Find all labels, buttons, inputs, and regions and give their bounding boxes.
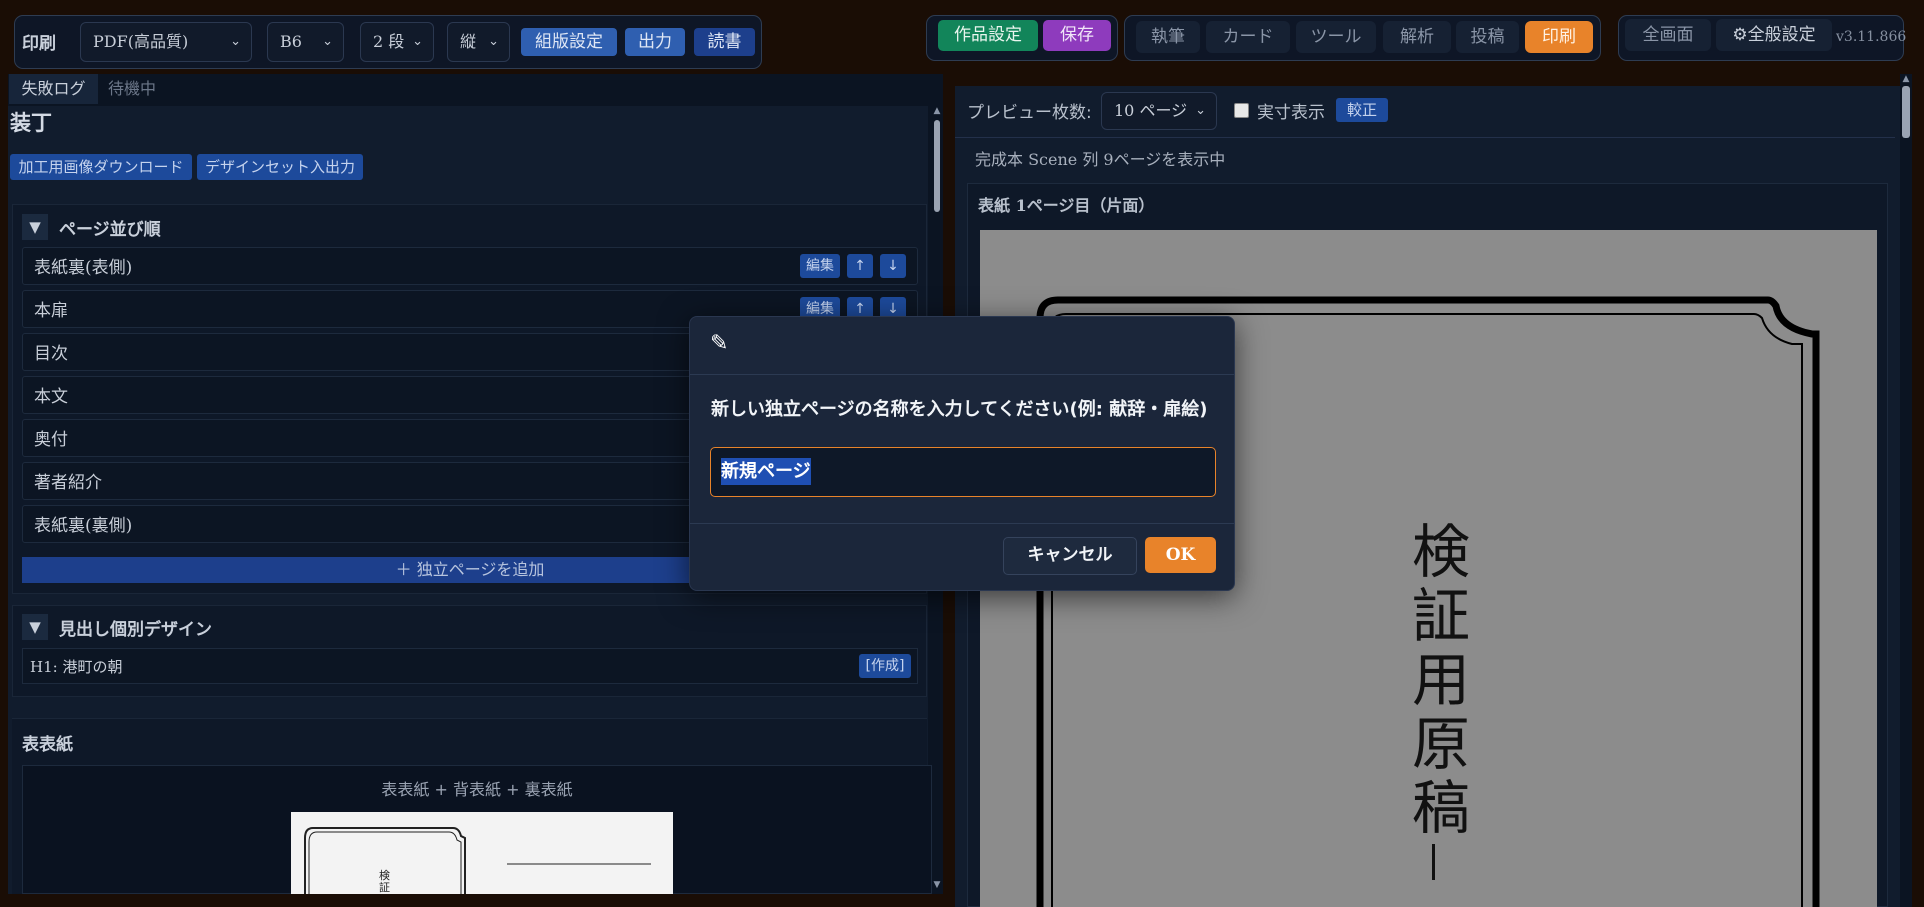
dialog-header-divider <box>690 374 1234 375</box>
output-button[interactable]: 出力 <box>625 28 685 56</box>
chevron-down-icon: ⌄ <box>230 34 241 49</box>
tab-print[interactable]: 印刷 <box>1525 21 1593 53</box>
tab-analysis[interactable]: 解析 <box>1383 21 1451 53</box>
cover-heading: 表表紙 <box>22 735 73 755</box>
cover-subtitle: 表表紙 + 背表紙 + 裏表紙 <box>381 780 573 799</box>
page-order-heading: ページ並び順 <box>59 220 161 240</box>
page-heading: 表紙 1ページ目（片面） <box>978 196 1155 215</box>
tab-failure-log[interactable]: 失敗ログ <box>9 74 98 104</box>
heading-design-row[interactable] <box>22 648 918 684</box>
scroll-thumb[interactable] <box>934 120 940 212</box>
tab-post[interactable]: 投稿 <box>1456 21 1519 53</box>
vertical-title: 検 証 用 原 稿 <box>1410 520 1472 840</box>
read-button[interactable]: 読書 <box>694 28 755 56</box>
heading-design-heading: 見出し個別デザイン <box>59 620 212 640</box>
move-down-button[interactable]: ↓ <box>880 254 906 278</box>
title-char: 原 <box>1411 710 1470 778</box>
chevron-down-icon: ⌄ <box>1195 103 1206 118</box>
actual-size-label: 実寸表示 <box>1257 103 1325 123</box>
list-item-label: 表紙裏(表側) <box>34 258 133 278</box>
page-name-input[interactable]: 新規ページ <box>710 447 1216 497</box>
tab-card[interactable]: カード <box>1206 21 1290 53</box>
columns-select[interactable]: 2 段 ⌄ <box>360 22 434 62</box>
design-set-io-button[interactable]: デザインセット入出力 <box>197 154 363 180</box>
orientation-value: 縦 <box>460 32 477 51</box>
columns-value: 2 段 <box>373 32 405 51</box>
list-item-label: 本扉 <box>34 301 68 321</box>
dialog-message: 新しい独立ページの名称を入力してください(例: 献辞・扉絵) <box>711 399 1208 420</box>
prompt-dialog: ✎ 新しい独立ページの名称を入力してください(例: 献辞・扉絵) 新規ページ キ… <box>689 316 1235 591</box>
cover-frame-icon <box>304 827 651 894</box>
list-item-label: 著者紹介 <box>34 473 102 493</box>
create-button[interactable]: [作成] <box>859 654 911 678</box>
preview-count-label: プレビュー枚数: <box>967 103 1092 123</box>
quality-value: PDF(高品質) <box>93 32 189 51</box>
preview-status: 完成本 Scene 列 9ページを表示中 <box>975 150 1226 169</box>
proof-button[interactable]: 較正 <box>1336 98 1388 122</box>
tab-waiting[interactable]: 待機中 <box>108 74 156 104</box>
scroll-thumb[interactable] <box>1902 86 1910 138</box>
chevron-down-icon: ⌄ <box>412 34 423 49</box>
version-label: v3.11.866 <box>1836 29 1907 45</box>
size-value: B6 <box>280 32 302 51</box>
fullscreen-button[interactable]: 全画面 <box>1625 19 1711 51</box>
title-char: 検 <box>1411 518 1470 586</box>
list-item-label: 本文 <box>34 387 68 407</box>
cover-thumbnail-text: 検証 <box>379 869 390 894</box>
size-select[interactable]: B6 ⌄ <box>267 22 344 62</box>
work-settings-button[interactable]: 作品設定 <box>938 20 1038 51</box>
orientation-select[interactable]: 縦 ⌄ <box>447 22 510 62</box>
chevron-down-icon: ⌄ <box>322 34 333 49</box>
collapse-triangle-icon[interactable]: ▼ <box>22 214 48 240</box>
tab-tools[interactable]: ツール <box>1296 21 1376 53</box>
pencil-icon: ✎ <box>710 331 729 356</box>
download-image-button[interactable]: 加工用画像ダウンロード <box>10 154 192 180</box>
vertical-dash <box>1432 844 1435 880</box>
title-char: 証 <box>1411 582 1470 650</box>
title-char: 用 <box>1411 646 1470 714</box>
cover-thumbnail: 検証 <box>291 812 673 894</box>
collapse-triangle-icon[interactable]: ▼ <box>22 614 48 640</box>
title-char: 稿 <box>1411 774 1470 842</box>
layout-settings-button[interactable]: 組版設定 <box>521 28 617 56</box>
list-item-label: 表紙裏(裏側) <box>34 516 133 536</box>
print-label: 印刷 <box>22 34 56 54</box>
section-title: 装丁 <box>10 111 52 135</box>
tab-writing[interactable]: 執筆 <box>1136 21 1200 53</box>
right-scrollbar[interactable]: ▲ <box>1900 74 1912 907</box>
scroll-up-icon[interactable]: ▲ <box>1900 74 1912 86</box>
move-up-button[interactable]: ↑ <box>847 254 873 278</box>
scroll-up-icon[interactable]: ▲ <box>932 106 942 118</box>
list-item-label: 目次 <box>34 344 68 364</box>
chevron-down-icon: ⌄ <box>488 34 499 49</box>
dialog-footer-divider <box>690 523 1234 524</box>
ok-button[interactable]: OK <box>1145 537 1216 573</box>
cancel-button[interactable]: キャンセル <box>1003 537 1137 575</box>
preview-divider <box>955 137 1895 138</box>
edit-button[interactable]: 編集 <box>800 254 840 278</box>
save-button[interactable]: 保存 <box>1043 20 1111 51</box>
heading-design-item: H1: 港町の朝 <box>30 658 123 676</box>
page-name-input-value: 新規ページ <box>721 458 811 485</box>
quality-select[interactable]: PDF(高品質) ⌄ <box>80 22 252 62</box>
preview-count-select[interactable]: 10 ページ ⌄ <box>1101 92 1217 130</box>
preview-count-value: 10 ページ <box>1114 101 1188 120</box>
actual-size-checkbox[interactable] <box>1234 103 1249 118</box>
list-item-label: 奥付 <box>34 430 68 450</box>
list-item[interactable]: 表紙裏(表側) 編集 ↑ ↓ <box>22 247 918 285</box>
global-settings-button[interactable]: ⚙全般設定 <box>1716 19 1832 51</box>
scroll-down-icon[interactable]: ▼ <box>932 880 942 892</box>
